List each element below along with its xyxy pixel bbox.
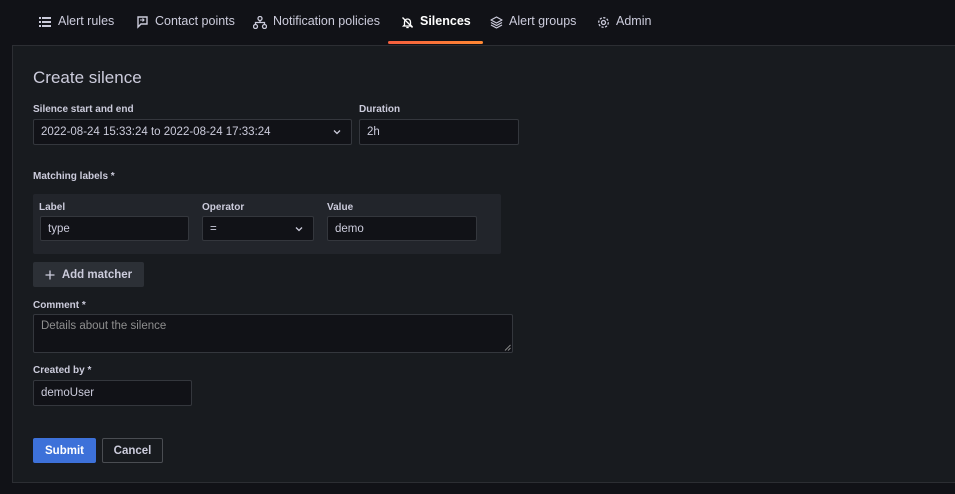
tab-label: Notification policies: [273, 14, 380, 28]
plus-icon: [45, 270, 55, 279]
cog-icon: [596, 15, 610, 29]
matcher-label-header: Label: [39, 202, 66, 213]
matcher-operator-header: Operator: [202, 202, 245, 213]
tab-silences[interactable]: Silences: [388, 14, 483, 45]
matcher-operator-select[interactable]: =: [202, 216, 314, 241]
add-matcher-label: Add matcher: [61, 268, 133, 281]
range-label: Silence start and end: [33, 104, 134, 115]
tab-label: Silences: [420, 14, 471, 28]
submit-button[interactable]: Submit: [33, 438, 96, 463]
matcher-label-input[interactable]: type: [40, 216, 189, 241]
silence-range-picker[interactable]: 2022-08-24 15:33:24 to 2022-08-24 17:33:…: [33, 119, 352, 145]
tab-label: Contact points: [155, 14, 235, 28]
matcher-value-header: Value: [327, 202, 354, 213]
create-silence-form: Create silence Silence start and end 202…: [12, 45, 955, 483]
comment-label: Comment *: [33, 300, 86, 311]
resize-handle-icon[interactable]: [504, 344, 511, 351]
matcher-row: Label Operator Value type = demo: [33, 194, 501, 254]
duration-input[interactable]: 2h: [359, 119, 519, 145]
cancel-button[interactable]: Cancel: [102, 438, 163, 463]
created-by-value: demoUser: [41, 387, 95, 399]
matcher-label-value: type: [48, 222, 70, 235]
tab-label: Admin: [616, 14, 652, 28]
bell-slash-icon: [400, 15, 414, 29]
matcher-operator-value: =: [210, 222, 217, 235]
created-by-label: Created by *: [33, 365, 92, 376]
list-icon: [38, 15, 52, 29]
add-matcher-button[interactable]: Add matcher: [33, 262, 144, 287]
matcher-value-input[interactable]: demo: [327, 216, 477, 241]
duration-value: 2h: [367, 126, 380, 138]
chevron-down-icon: [295, 227, 303, 232]
sitemap-icon: [253, 15, 267, 29]
tab-label: Alert groups: [509, 14, 577, 28]
layers-icon: [489, 15, 503, 29]
matcher-value-value: demo: [335, 222, 364, 235]
tab-alert-rules[interactable]: Alert rules: [38, 14, 114, 45]
chevron-down-icon: [333, 130, 341, 135]
tab-label: Alert rules: [58, 14, 115, 28]
tab-admin[interactable]: Admin: [596, 14, 651, 45]
tab-contact-points[interactable]: Contact points: [135, 14, 235, 45]
comment-arrow-icon: [135, 15, 149, 29]
tab-notification-policies[interactable]: Notification policies: [253, 14, 380, 45]
created-by-input[interactable]: demoUser: [33, 380, 192, 406]
tab-bar: Alert rules Contact points Notification …: [0, 0, 955, 45]
matching-labels-label: Matching labels *: [33, 171, 115, 182]
range-value: 2022-08-24 15:33:24 to 2022-08-24 17:33:…: [41, 126, 271, 138]
page-title: Create silence: [33, 68, 142, 87]
duration-label: Duration: [359, 104, 401, 115]
comment-textarea[interactable]: [33, 314, 513, 353]
tab-alert-groups[interactable]: Alert groups: [489, 14, 576, 45]
